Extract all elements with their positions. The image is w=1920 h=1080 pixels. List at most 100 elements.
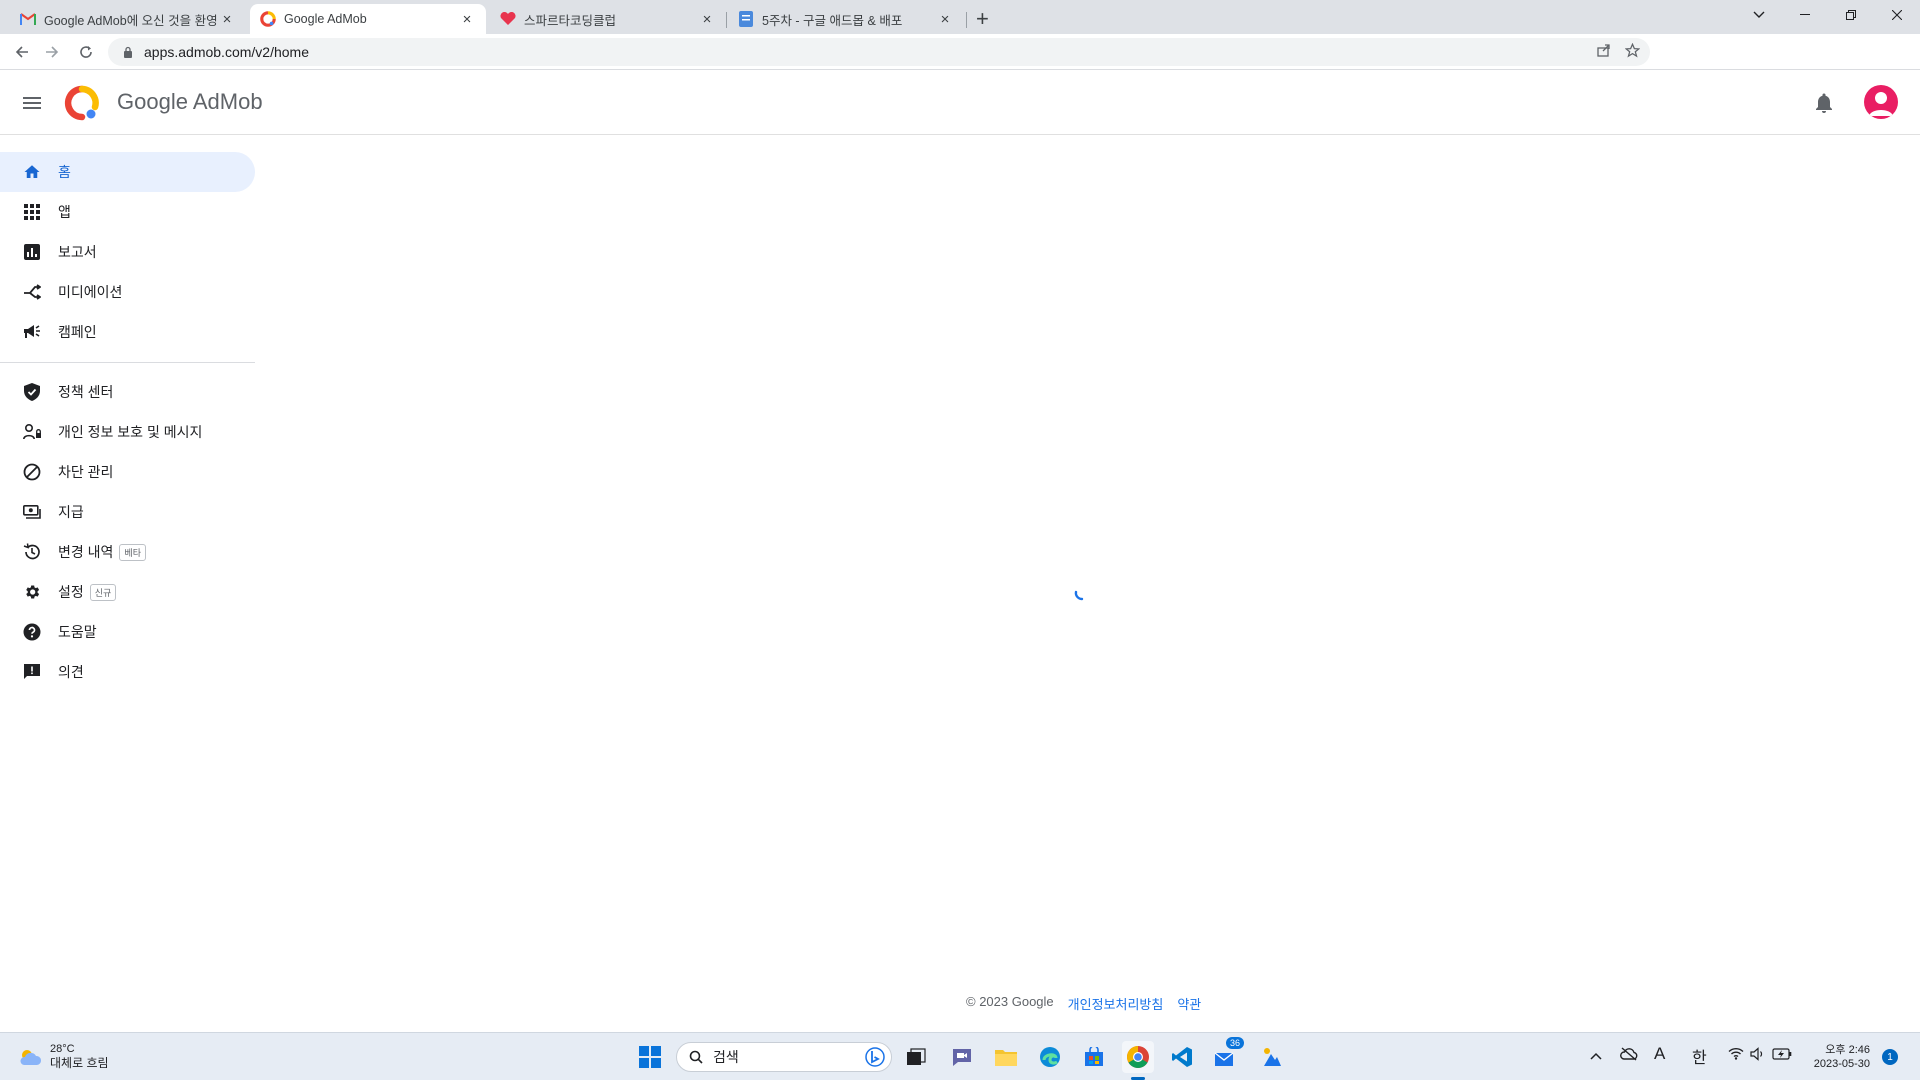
sidebar-item-blocking[interactable]: 차단 관리 (0, 452, 255, 492)
history-icon (22, 542, 42, 562)
close-tab-icon[interactable]: × (218, 11, 236, 28)
weather-condition-text: 대체로 흐림 (50, 1056, 109, 1070)
doc-icon (738, 11, 754, 27)
close-tab-icon[interactable]: × (458, 11, 476, 28)
sidebar-item-label: 차단 관리 (58, 464, 114, 480)
sidebar-item-label: 보고서 (58, 244, 97, 260)
cloudy-weather-icon (20, 1049, 42, 1065)
sidebar-item-label: 캠페인 (58, 324, 97, 340)
main-menu-icon[interactable] (20, 91, 44, 115)
brand-google: Google (117, 89, 188, 114)
mail-app-icon[interactable]: 36 (1210, 1037, 1244, 1073)
lock-icon (124, 46, 132, 58)
close-window-icon[interactable] (1874, 0, 1920, 30)
help-icon (22, 622, 42, 642)
notification-count-badge[interactable]: 1 (1882, 1049, 1898, 1065)
browser-toolbar: apps.admob.com/v2/home 성경 (0, 34, 1920, 97)
terms-link[interactable]: 약관 (1177, 994, 1201, 1013)
sidebar-item-reports[interactable]: 보고서 (0, 232, 255, 272)
feedback-icon (22, 662, 42, 682)
windows-start-icon[interactable] (634, 1041, 666, 1073)
ime-mode-han[interactable]: 한 (1692, 1044, 1707, 1068)
ms-store-icon[interactable] (1078, 1041, 1110, 1073)
onedrive-offline-icon[interactable] (1620, 1047, 1638, 1064)
sidebar-item-label: 미디에이션 (58, 284, 123, 300)
sidebar-item-help[interactable]: 도움말 (0, 612, 255, 652)
sidebar-item-apps[interactable]: 앱 (0, 192, 255, 232)
report-icon (22, 242, 42, 262)
new-tab-icon[interactable]: + (976, 6, 989, 32)
sidebar-item-privacy[interactable]: 개인 정보 보호 및 메시지 (0, 412, 255, 452)
sidebar-item-label: 개인 정보 보호 및 메시지 (58, 424, 203, 440)
photos-app-icon[interactable] (1256, 1041, 1288, 1073)
new-badge: 신규 (89, 583, 117, 601)
sidebar-item-feedback[interactable]: 의견 (0, 652, 255, 692)
system-clock[interactable]: 오후 2:46 2023-05-30 (1808, 1043, 1870, 1071)
forward-arrow-icon[interactable] (40, 40, 64, 64)
back-arrow-icon[interactable] (10, 40, 34, 64)
windows-taskbar: 28°C 대체로 흐림 검색 36 A 한 오후 2:46 2023-05-30… (0, 1032, 1920, 1080)
sidebar-item-campaigns[interactable]: 캠페인 (0, 312, 255, 352)
chrome-taskbar-icon[interactable] (1122, 1041, 1154, 1073)
tab-admob[interactable]: Google AdMob × (250, 4, 486, 34)
vscode-icon[interactable] (1166, 1041, 1198, 1073)
tab-separator (726, 12, 727, 28)
temperature-text: 28°C (50, 1043, 75, 1055)
account-avatar[interactable] (1864, 85, 1898, 119)
sidebar-item-label: 도움말 (58, 624, 97, 640)
taskbar-search-input[interactable]: 검색 (676, 1042, 892, 1072)
edge-browser-icon[interactable] (1034, 1041, 1066, 1073)
admob-logo-icon[interactable] (64, 85, 100, 121)
sidebar-item-settings[interactable]: 설정 신규 (0, 572, 255, 612)
mail-badge: 36 (1225, 1037, 1244, 1049)
sidebar-item-label: 앱 (58, 204, 71, 220)
sidebar-divider (0, 362, 255, 363)
reload-icon[interactable] (74, 40, 98, 64)
file-explorer-icon[interactable] (990, 1041, 1022, 1073)
sidebar-item-policy-center[interactable]: 정책 센터 (0, 372, 255, 412)
teams-chat-icon[interactable] (946, 1041, 978, 1073)
policy-shield-icon (22, 382, 42, 402)
close-tab-icon[interactable]: × (936, 11, 954, 28)
notifications-bell-icon[interactable] (1812, 91, 1836, 115)
admob-icon (260, 11, 276, 27)
brand-name: Google AdMob (117, 89, 263, 115)
browser-tab-bar: Google AdMob에 오신 것을 환영 × Google AdMob × … (0, 0, 1920, 34)
sidebar-item-home[interactable]: 홈 (0, 152, 255, 192)
clock-date: 2023-05-30 (1813, 1058, 1870, 1070)
tab-search-icon[interactable] (1736, 0, 1782, 30)
app-header: Google AdMob (0, 71, 1920, 135)
tab-gmail[interactable]: Google AdMob에 오신 것을 환영 × (10, 4, 246, 34)
restore-icon[interactable] (1828, 0, 1874, 30)
privacy-policy-link[interactable]: 개인정보처리방침 (1068, 994, 1164, 1013)
close-tab-icon[interactable]: × (698, 11, 716, 28)
share-icon[interactable] (1597, 43, 1611, 63)
task-view-icon[interactable] (900, 1041, 932, 1073)
tab-sparta[interactable]: 스파르타코딩클럽 × (490, 4, 726, 34)
sidebar-item-label: 설정 (58, 584, 84, 600)
bookmark-star-icon[interactable] (1624, 42, 1641, 63)
tray-overflow-chevron-icon[interactable] (1590, 1047, 1602, 1063)
address-bar[interactable]: apps.admob.com/v2/home (108, 38, 1650, 66)
battery-charging-icon[interactable] (1772, 1047, 1792, 1063)
url-text: apps.admob.com/v2/home (144, 44, 309, 60)
wifi-icon[interactable] (1728, 1047, 1744, 1063)
tab-doc[interactable]: 5주차 - 구글 애드몹 & 배포 × (728, 4, 964, 34)
mediation-icon (22, 282, 42, 302)
gmail-icon (20, 11, 36, 27)
copyright-text: © 2023 Google (966, 994, 1054, 1009)
weather-widget[interactable]: 28°C 대체로 흐림 (18, 1043, 109, 1070)
payments-icon (22, 502, 42, 522)
sidebar-item-payments[interactable]: 지급 (0, 492, 255, 532)
clock-time: 오후 2:46 (1825, 1044, 1870, 1056)
campaign-icon (22, 322, 42, 342)
tab-title: 스파르타코딩클럽 (524, 13, 617, 28)
sidebar-item-mediation[interactable]: 미디에이션 (0, 272, 255, 312)
loading-spinner (1074, 590, 1084, 601)
volume-icon[interactable] (1750, 1047, 1766, 1064)
sparta-icon (500, 11, 516, 27)
minimize-icon[interactable] (1782, 0, 1828, 30)
sidebar-item-change-history[interactable]: 변경 내역 베타 (0, 532, 255, 572)
ime-mode-a[interactable]: A (1654, 1044, 1665, 1064)
search-icon (689, 1050, 703, 1064)
